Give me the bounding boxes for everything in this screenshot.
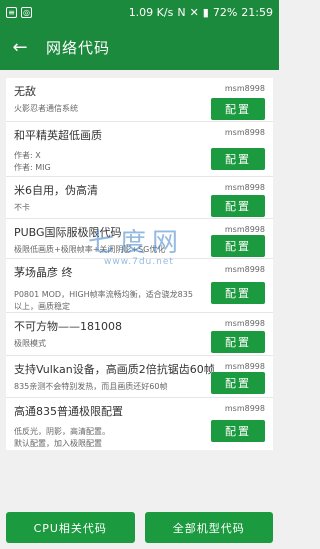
mute-icon: ✕	[189, 6, 199, 19]
notification-icon: ≡	[6, 7, 17, 18]
cpu-code-button[interactable]: CPU相关代码	[6, 512, 135, 543]
config-button[interactable]: 配置	[211, 372, 265, 394]
item-author: msm8998	[224, 265, 265, 274]
battery-level: 72%	[212, 6, 238, 19]
bottom-actions: CPU相关代码 全部机型代码	[0, 512, 279, 549]
config-button[interactable]: 配置	[211, 148, 265, 170]
item-author: msm8998	[224, 128, 265, 137]
list-item: 无敌 火影忍者通信系统 msm8998 配置	[6, 78, 273, 122]
list-item: 不可方物——181008 极限模式 msm8998 配置	[6, 313, 273, 356]
list-item: 茅场晶彦 终 P0801 MOD，HIGH帧率流畅均衡，适合骁龙835 以上，画…	[6, 259, 273, 313]
config-list: 无敌 火影忍者通信系统 msm8998 配置 和平精英超低画质 作者: X 作者…	[6, 78, 273, 450]
time: 21:59	[241, 6, 273, 19]
config-button[interactable]: 配置	[211, 420, 265, 442]
config-button[interactable]: 配置	[211, 98, 265, 120]
list-item: 和平精英超低画质 作者: X 作者: MIG msm8998 配置	[6, 122, 273, 177]
page-title: 网络代码	[46, 39, 111, 57]
network-speed: 1.09 K/s	[128, 6, 174, 19]
config-button[interactable]: 配置	[211, 282, 265, 304]
list-item: 支持Vulkan设备，高画质2倍抗锯齿60帧 835亲测不会特别发热，而且画质还…	[6, 356, 273, 398]
nfc-icon: N	[177, 6, 186, 19]
item-author: msm8998	[224, 225, 265, 234]
item-author: msm8998	[224, 319, 265, 328]
list-item: 米6自用，伪高清 不卡 msm8998 配置	[6, 177, 273, 219]
list-item: 高通835普通极限配置 低反光，阴影，高清配置。 默认配置，加入极限配置 msm…	[6, 398, 273, 450]
item-author: msm8998	[224, 84, 265, 93]
status-bar: ≡ ◎ 1.09 K/s N ✕ ▮ 72% 21:59	[0, 0, 279, 25]
item-author: msm8998	[224, 183, 265, 192]
app-bar: ← 网络代码	[0, 25, 279, 70]
config-button[interactable]: 配置	[211, 331, 265, 353]
config-button[interactable]: 配置	[211, 195, 265, 217]
app-notification-icon: ◎	[21, 7, 32, 18]
list-item: PUBG国际服极限代码 极限低画质+极限帧率+关闭阴影+SG优化 msm8998…	[6, 219, 273, 259]
config-button[interactable]: 配置	[211, 235, 265, 257]
item-author: msm8998	[224, 404, 265, 413]
all-models-code-button[interactable]: 全部机型代码	[144, 512, 273, 543]
back-arrow-icon[interactable]: ←	[0, 37, 40, 58]
item-author: msm8998	[224, 362, 265, 371]
signal-icon: ▮	[202, 6, 209, 19]
